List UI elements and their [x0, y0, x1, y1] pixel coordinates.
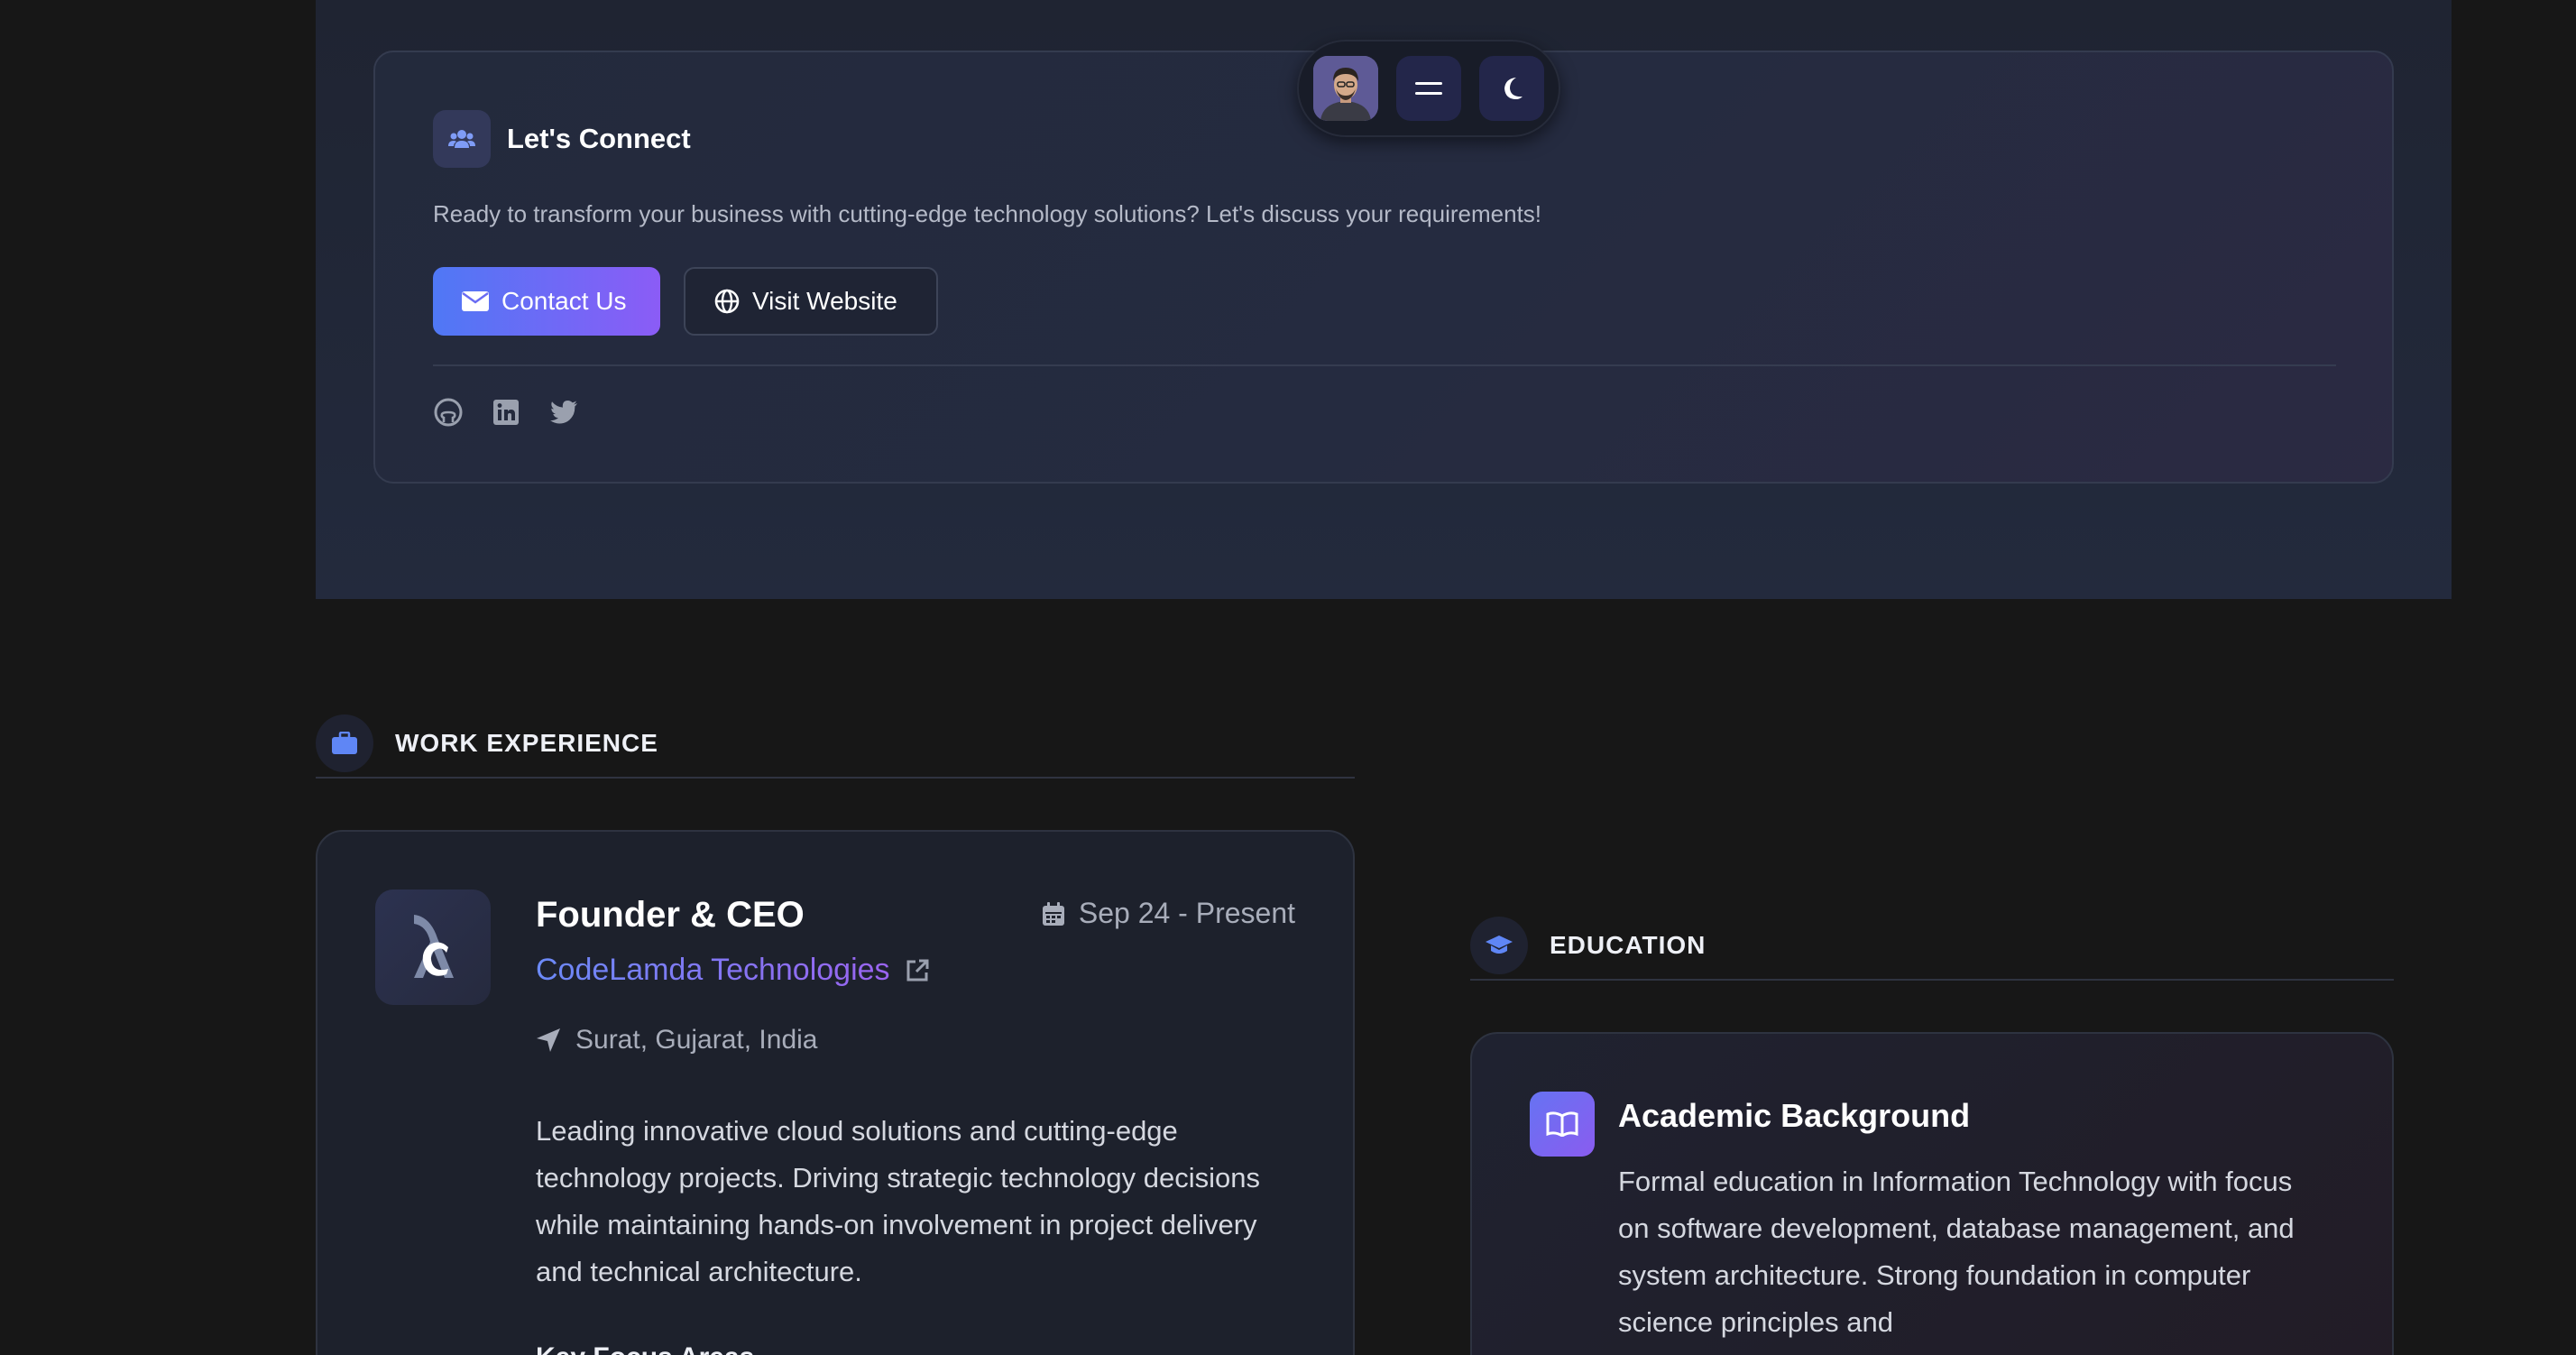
work-experience-title: WORK EXPERIENCE [395, 729, 658, 757]
theme-toggle-button[interactable] [1479, 56, 1544, 121]
education-description: Formal education in Information Technolo… [1618, 1166, 2295, 1338]
job-location: Surat, Gujarat, India [536, 1025, 817, 1055]
visit-website-button[interactable]: Visit Website [684, 267, 938, 336]
experience-card: Founder & CEO Sep 24 - Present CodeLamda… [316, 830, 1355, 1355]
connect-divider [433, 364, 2336, 366]
connect-actions: Contact Us Visit Website [433, 267, 938, 336]
education-card: Academic Background Formal education in … [1470, 1032, 2394, 1355]
envelope-icon [462, 291, 489, 311]
job-date-text: Sep 24 - Present [1078, 897, 1295, 929]
focus-areas-title: Key Focus Areas [536, 1342, 754, 1355]
twitter-icon[interactable] [548, 397, 579, 428]
users-icon [433, 110, 491, 168]
connect-description: Ready to transform your business with cu… [433, 200, 1542, 227]
briefcase-icon [316, 714, 373, 772]
social-links [433, 397, 579, 428]
work-experience-header: WORK EXPERIENCE [316, 714, 658, 772]
menu-button[interactable] [1396, 56, 1461, 121]
graduation-cap-icon [1470, 917, 1528, 974]
floating-nav [1297, 40, 1560, 137]
work-experience-underline [316, 777, 1355, 779]
company-name: CodeLamda Technologies [536, 953, 890, 987]
education-card-title: Academic Background [1618, 1097, 1971, 1134]
avatar[interactable] [1313, 56, 1378, 121]
job-title: Founder & CEO [536, 895, 805, 935]
job-location-text: Surat, Gujarat, India [575, 1025, 818, 1055]
company-logo [375, 890, 491, 1005]
github-icon[interactable] [433, 397, 464, 428]
connect-title: Let's Connect [507, 123, 691, 154]
connect-header: Let's Connect [433, 110, 691, 168]
menu-icon [1415, 82, 1442, 95]
external-link-icon [906, 959, 929, 981]
education-title: EDUCATION [1550, 931, 1707, 959]
visit-website-label: Visit Website [752, 287, 897, 315]
job-date: Sep 24 - Present [1042, 897, 1295, 930]
moon-icon [1504, 78, 1523, 99]
education-header: EDUCATION [1470, 917, 1706, 974]
education-underline [1470, 979, 2394, 981]
linkedin-icon[interactable] [491, 397, 521, 428]
location-arrow-icon [537, 1028, 560, 1052]
calendar-icon [1042, 901, 1064, 926]
book-icon [1530, 1092, 1595, 1157]
job-description: Leading innovative cloud solutions and c… [536, 1115, 1260, 1287]
globe-icon [714, 289, 740, 314]
company-link[interactable]: CodeLamda Technologies [536, 953, 930, 988]
contact-us-button[interactable]: Contact Us [433, 267, 660, 336]
contact-us-label: Contact Us [501, 287, 627, 315]
